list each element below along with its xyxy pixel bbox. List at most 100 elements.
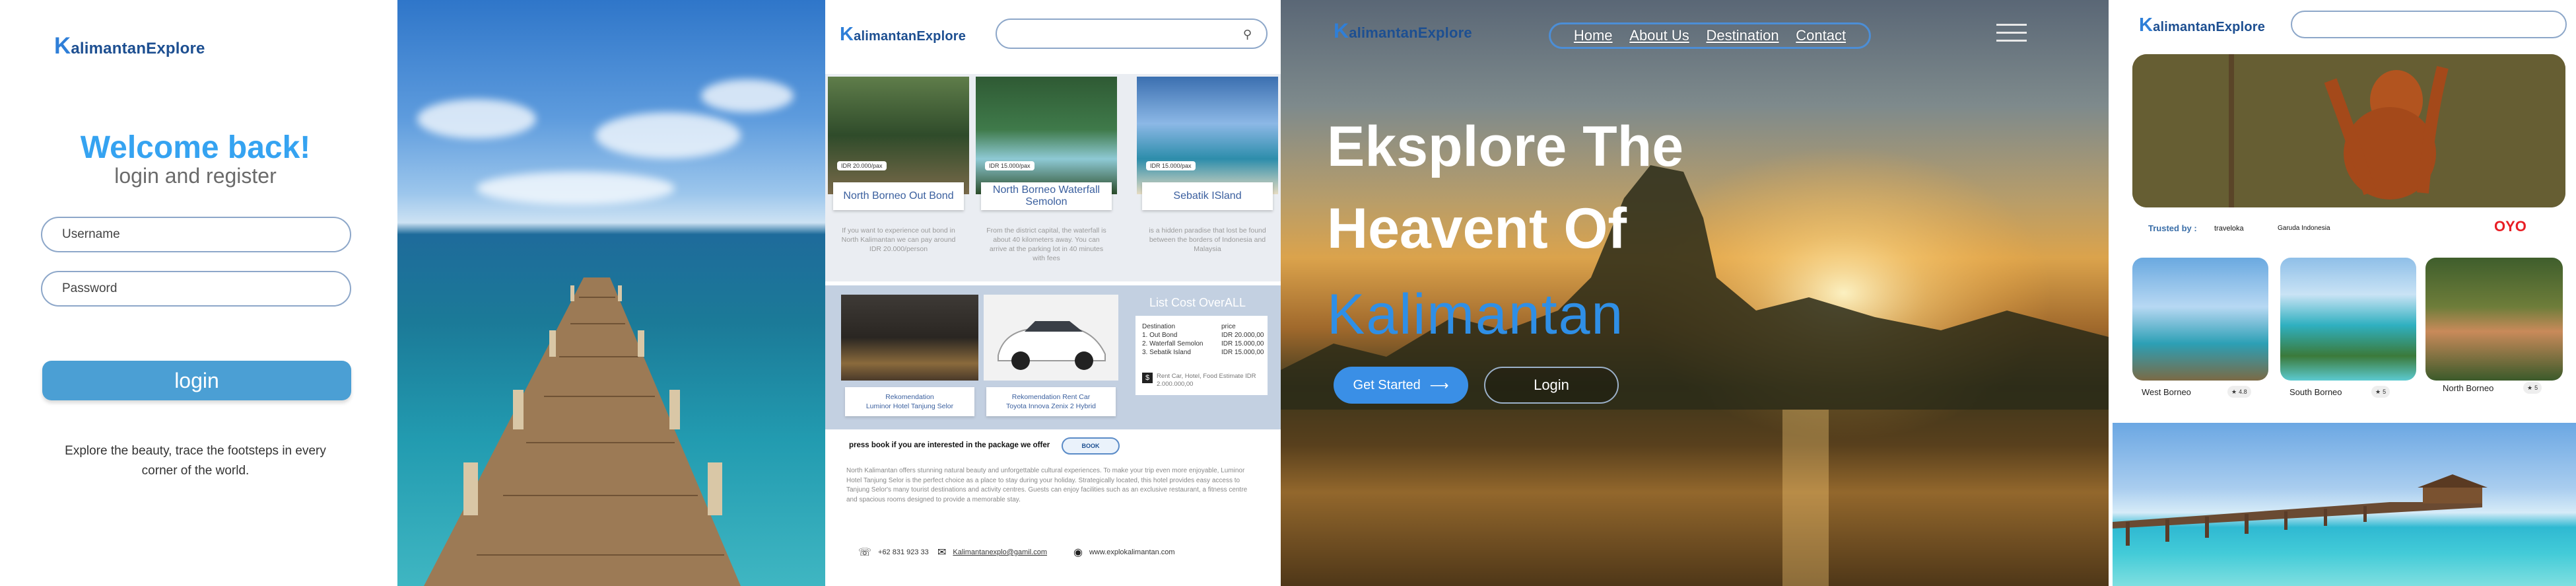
- nav-home[interactable]: Home: [1574, 27, 1613, 44]
- hero-heading-line3: Kalimantan: [1327, 283, 1625, 346]
- cost-row-name: 1. Out Bond: [1142, 332, 1178, 339]
- main-nav: Home About Us Destination Contact: [1549, 22, 1871, 49]
- price-badge: IDR 15.000/pax: [1146, 161, 1196, 170]
- destination-name: North Borneo: [2443, 383, 2494, 393]
- get-started-label: Get Started: [1353, 377, 1421, 392]
- tour-card[interactable]: IDR 20.000/pax North Borneo Out Bond If …: [828, 77, 969, 253]
- price-badge: IDR 15.000/pax: [985, 161, 1034, 170]
- brand-logo[interactable]: KalimantanExplore: [1334, 18, 1472, 43]
- star-icon: ★: [2375, 388, 2381, 395]
- nav-destination[interactable]: Destination: [1706, 27, 1779, 44]
- login-button[interactable]: login: [42, 361, 351, 400]
- tagline: Explore the beauty, trace the footsteps …: [65, 444, 326, 478]
- username-placeholder: Username: [62, 227, 120, 241]
- car-recommendation[interactable]: Rekomendation Rent Car Toyota Innova Zen…: [986, 387, 1116, 416]
- car-image: [984, 295, 1118, 381]
- nav-contact[interactable]: Contact: [1796, 27, 1846, 44]
- rating-value: 5: [2534, 385, 2538, 391]
- tour-card-image: IDR 20.000/pax: [828, 77, 969, 194]
- search-input[interactable]: ⚲: [996, 18, 1268, 49]
- login-panel: KalimantanExplore Welcome back! login an…: [0, 0, 397, 586]
- cost-note: $ Rent Car, Hotel, Food Estimate IDR 2.0…: [1142, 373, 1262, 388]
- brand-logo[interactable]: KalimantanExplore: [54, 33, 205, 59]
- cost-price-column: price IDR 20.000,00 IDR 15.000,00 IDR 15…: [1221, 322, 1264, 357]
- nav-about-us[interactable]: About Us: [1629, 27, 1689, 44]
- pier-banner-illustration: [2113, 474, 2488, 546]
- recommendation-label: Rekomendation: [885, 393, 934, 401]
- tour-card-description: From the district capital, the waterfall…: [986, 227, 1106, 262]
- cost-row-name: 3. Sebatik Island: [1142, 349, 1191, 356]
- hotel-name: Luminor Hotel Tanjung Selor: [865, 402, 954, 410]
- brand-logo[interactable]: KalimantanExplore: [2139, 15, 2265, 36]
- destinations-panel: KalimantanExplore Trusted by : traveloka…: [2109, 0, 2576, 586]
- trusted-by-label: Trusted by :: [2148, 223, 2197, 233]
- hero-panel: KalimantanExplore Home About Us Destinat…: [1281, 0, 2109, 586]
- book-button[interactable]: BOOK: [1062, 437, 1120, 455]
- hero-login-button[interactable]: Login: [1484, 367, 1619, 404]
- search-icon[interactable]: ⚲: [1243, 28, 1252, 42]
- password-field[interactable]: Password: [41, 271, 351, 307]
- cost-row-price: IDR 20.000,00: [1221, 332, 1264, 339]
- phone-icon: ☏: [858, 547, 872, 558]
- star-icon: ★: [2527, 384, 2533, 391]
- orangutan-banner: [2132, 54, 2565, 207]
- dollar-icon: $: [1142, 373, 1153, 383]
- hamburger-menu-icon[interactable]: [1996, 24, 2027, 48]
- search-input[interactable]: [2291, 11, 2567, 38]
- welcome-subtitle: login and register: [114, 164, 277, 188]
- username-field[interactable]: Username: [41, 217, 351, 252]
- rating-value: 5: [2383, 388, 2387, 395]
- cost-destination-column: Destination 1. Out Bond 2. Waterfall Sem…: [1142, 322, 1203, 357]
- tour-card-title: North Borneo Waterfall Semolon: [981, 182, 1112, 210]
- price-badge: IDR 20.000/pax: [837, 161, 887, 170]
- tour-card-image: IDR 15.000/pax: [976, 77, 1117, 194]
- email-address: Kalimantanexplo@gamil.com: [953, 548, 1048, 556]
- tour-card-description: is a hidden paradise that lost be found …: [1149, 227, 1266, 253]
- cost-price-header: price: [1221, 323, 1236, 330]
- tour-card-title: North Borneo Out Bond: [833, 182, 964, 210]
- partner-oyo: OYO: [2494, 218, 2526, 235]
- car-illustration: [984, 295, 1118, 381]
- rating-badge: ★ 5: [2523, 382, 2542, 394]
- tour-card-description: If you want to experience out bond in No…: [841, 227, 956, 253]
- phone-number: +62 831 923 33: [878, 548, 929, 556]
- website-url: www.explokalimantan.com: [1089, 548, 1175, 556]
- recommendation-label: Rekomendation Rent Car: [1011, 393, 1091, 401]
- screenshot-root: KalimantanExplore Welcome back! login an…: [0, 0, 2576, 586]
- globe-icon: ◉: [1073, 547, 1083, 558]
- orangutan-illustration: [2132, 54, 2565, 207]
- hotel-image: [841, 295, 978, 381]
- destination-name: South Borneo: [2289, 387, 2342, 397]
- cost-row-name: 2. Waterfall Semolon: [1142, 340, 1203, 348]
- pier-illustration: [424, 277, 741, 586]
- destination-card-south-borneo[interactable]: [2280, 258, 2416, 381]
- cost-note-text: Rent Car, Hotel, Food Estimate IDR 2.000…: [1157, 373, 1256, 388]
- tour-card[interactable]: IDR 15.000/pax North Borneo Waterfall Se…: [976, 77, 1117, 262]
- arrow-right-icon: ⟶: [1429, 378, 1449, 393]
- tours-panel: KalimantanExplore ⚲ IDR 20.000/pax North…: [825, 0, 1281, 586]
- hero-heading-line2: Heavent Of: [1327, 197, 1627, 260]
- cost-dest-header: Destination: [1142, 323, 1176, 330]
- destination-card-west-borneo[interactable]: [2132, 258, 2268, 381]
- pier-banner: [2113, 423, 2576, 586]
- book-prompt: press book if you are interested in the …: [849, 441, 1050, 449]
- destination-name: West Borneo: [2142, 387, 2191, 397]
- get-started-button[interactable]: Get Started ⟶: [1334, 367, 1468, 404]
- tour-card-image: IDR 15.000/pax: [1137, 77, 1278, 194]
- contact-phone[interactable]: ☏ +62 831 923 33: [858, 546, 929, 559]
- hotel-description: North Kalimantan offers stunning natural…: [846, 467, 1248, 503]
- brand-logo[interactable]: KalimantanExplore: [840, 24, 966, 46]
- partner-traveloka: traveloka: [2214, 225, 2244, 233]
- car-name: Toyota Innova Zenix 2 Hybrid: [1006, 402, 1096, 410]
- tour-card[interactable]: IDR 15.000/pax Sebatik ISland is a hidde…: [1137, 77, 1278, 253]
- mail-icon: ✉: [937, 547, 947, 558]
- hotel-recommendation[interactable]: Rekomendation Luminor Hotel Tanjung Selo…: [845, 387, 974, 416]
- contact-website[interactable]: ◉ www.explokalimantan.com: [1073, 546, 1175, 559]
- password-placeholder: Password: [62, 281, 118, 295]
- pier-photo: [397, 0, 825, 586]
- destination-card-north-borneo[interactable]: [2425, 258, 2563, 381]
- rating-badge: ★ 4.8: [2227, 386, 2251, 398]
- contact-email[interactable]: ✉ Kalimantanexplo@gamil.com: [937, 546, 1047, 559]
- cost-row-price: IDR 15.000,00: [1221, 349, 1264, 356]
- star-icon: ★: [2231, 388, 2237, 395]
